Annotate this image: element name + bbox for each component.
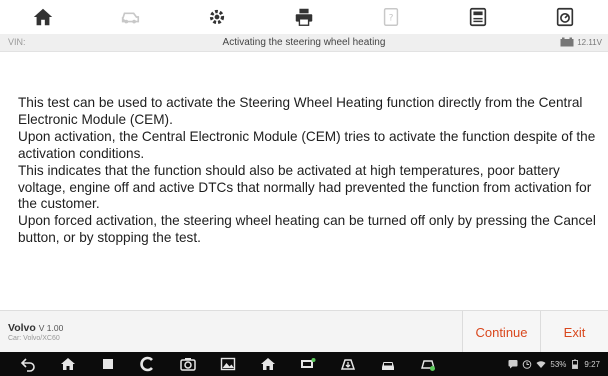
car-model: Car: Volvo/XC60 [8, 335, 60, 342]
print-button[interactable] [261, 0, 348, 34]
settings-button[interactable] [174, 0, 261, 34]
status-area: 53% 9:27 [508, 359, 600, 369]
message-icon [508, 360, 518, 369]
home-nav-button[interactable] [48, 356, 88, 372]
tpms-button[interactable] [408, 356, 448, 372]
software-version: V 1.00 [38, 323, 64, 333]
instruction-paragraph: Upon forced activation, the steering whe… [18, 213, 596, 246]
update-icon [340, 359, 356, 370]
update-button[interactable] [328, 356, 368, 372]
camera-button[interactable] [168, 356, 208, 372]
data-button[interactable] [521, 0, 608, 34]
back-icon [20, 358, 35, 372]
clock: 9:27 [584, 359, 600, 369]
home-button[interactable] [0, 0, 87, 34]
voltage-value: 12.11V [577, 37, 602, 47]
system-navbar: 53% 9:27 [0, 352, 608, 376]
wifi-icon [536, 361, 546, 368]
battery-percent: 53% [550, 359, 567, 369]
instruction-text: This test can be used to activate the St… [18, 95, 606, 247]
tpms-icon [421, 360, 435, 371]
alarm-icon [523, 360, 532, 369]
recent-apps-button[interactable] [88, 356, 128, 372]
print-icon [295, 8, 313, 26]
gallery-icon [220, 357, 236, 371]
browser-icon [140, 356, 153, 372]
diagnostic-home-button[interactable] [248, 356, 288, 372]
instruction-paragraph: Upon activation, the Central Electronic … [18, 128, 596, 161]
svg-text:?: ? [388, 13, 393, 24]
data-icon [556, 7, 573, 27]
recent-apps-icon [103, 359, 113, 369]
back-button[interactable] [8, 356, 48, 372]
gallery-button[interactable] [208, 356, 248, 372]
help-icon: ? [383, 8, 399, 26]
battery-icon [572, 359, 579, 369]
vehicle-icon [122, 12, 140, 24]
brand-name: Volvo [8, 322, 36, 334]
instruction-paragraph: This test can be used to activate the St… [18, 95, 583, 127]
battery-voltage: 12.11V [560, 37, 602, 47]
top-toolbar: ? [0, 0, 608, 34]
vci-icon [301, 358, 316, 368]
save-icon [469, 7, 486, 27]
vehicle-nav-icon [382, 362, 394, 370]
exit-button[interactable]: Exit [540, 311, 608, 353]
vci-button[interactable] [288, 356, 328, 372]
help-button[interactable]: ? [347, 0, 434, 34]
browser-button[interactable] [128, 356, 168, 372]
vehicle-brand: Volvo V 1.00 [8, 322, 63, 334]
save-button[interactable] [434, 0, 521, 34]
instruction-paragraph: This indicates that the function should … [18, 162, 592, 212]
camera-icon [180, 358, 196, 371]
diagnostic-home-icon [261, 358, 275, 370]
settings-icon [210, 9, 225, 25]
main-content: This test can be used to activate the St… [0, 52, 608, 310]
home-icon [34, 8, 53, 26]
car-battery-icon [560, 37, 574, 47]
footer-bar: Volvo V 1.00 Car: Volvo/XC60 Continue Ex… [0, 310, 608, 353]
continue-button[interactable]: Continue [462, 311, 540, 353]
home-nav-icon [61, 358, 75, 370]
vehicle-button[interactable] [87, 0, 174, 34]
page-title: Activating the steering wheel heating [222, 37, 386, 48]
vehicle-nav-button[interactable] [368, 356, 408, 372]
title-bar: VIN: Activating the steering wheel heati… [0, 34, 608, 52]
